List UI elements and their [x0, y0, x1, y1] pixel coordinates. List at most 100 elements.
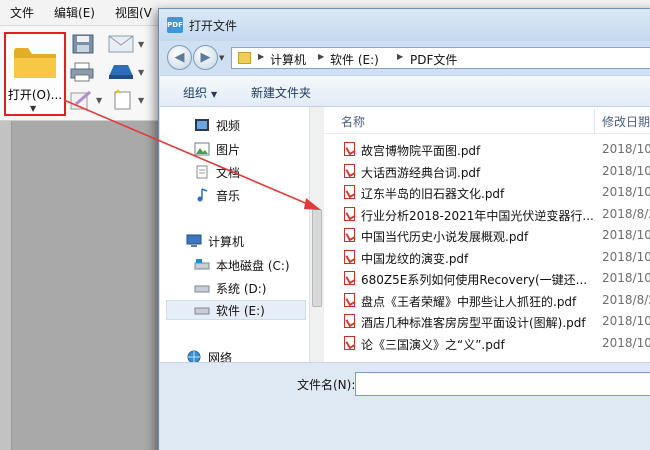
file-row[interactable]: 辽东半岛的旧石器文化.pdf 2018/10 — [342, 182, 650, 202]
file-name: 故宫博物院平面图.pdf — [361, 144, 481, 158]
nav-item-label: 网络 — [208, 350, 233, 363]
file-row[interactable]: 故宫博物院平面图.pdf 2018/10 — [342, 139, 650, 159]
breadcrumb-pdf-folder[interactable]: PDF文件 — [410, 51, 457, 68]
print-icon[interactable] — [70, 62, 94, 85]
file-row[interactable]: 大话西游经典台词.pdf 2018/10 — [342, 161, 650, 181]
drive-icon — [194, 259, 210, 270]
column-divider[interactable] — [594, 109, 595, 133]
menu-file[interactable]: 文件 — [0, 4, 44, 21]
menu-view[interactable]: 视图(V — [105, 4, 162, 21]
filename-label: 文件名(N): — [297, 378, 356, 392]
drive-dropdown-icon[interactable]: ▼ — [138, 68, 144, 77]
file-modified-date: 2018/10 — [602, 249, 650, 264]
pdf-file-icon — [344, 314, 355, 328]
folder-icon — [238, 52, 251, 64]
file-modified-date: 2018/8/2 — [602, 206, 650, 221]
nav-item-computer[interactable]: 计算机 — [186, 231, 244, 251]
file-modified-date: 2018/10 — [602, 314, 650, 328]
file-modified-date: 2018/10 — [602, 335, 650, 350]
file-row[interactable]: 盘点《王者荣耀》中那些让人抓狂的.pdf 2018/8/2 — [342, 290, 650, 310]
open-dropdown-icon[interactable]: ▼ — [30, 104, 36, 113]
back-icon[interactable]: ◀ — [167, 45, 192, 70]
file-modified-date: 2018/10 — [602, 271, 650, 285]
pdf-file-icon — [344, 228, 355, 242]
drive-icon — [194, 285, 210, 293]
file-name: 行业分析2018-2021年中国光伏逆变器行... — [361, 208, 594, 223]
file-modified-date: 2018/10 — [602, 142, 650, 156]
dialog-footer: 文件名(N): — [160, 362, 650, 450]
command-bar: 组织 ▼ 新建文件夹 — [160, 75, 650, 107]
nav-item-label: 图片 — [216, 142, 241, 157]
chevron-down-icon: ▼ — [211, 90, 218, 99]
file-row[interactable]: 行业分析2018-2021年中国光伏逆变器行... 2018/8/2 — [342, 204, 650, 224]
computer-icon — [186, 234, 202, 247]
open-button-label: 打开(O)... — [7, 88, 63, 102]
pdf-file-icon — [344, 142, 355, 156]
forward-icon[interactable]: ▶ — [193, 45, 218, 70]
file-name: 辽东半岛的旧石器文化.pdf — [361, 187, 505, 201]
nav-item-label: 软件 (E:) — [216, 303, 265, 318]
address-bar: ◀ ▶ ▼ ▶ 计算机 ▶ 软件 (E:) ▶ PDF文件 — [159, 41, 650, 75]
nav-scrollbar[interactable] — [310, 107, 324, 362]
music-icon — [197, 188, 208, 202]
open-file-dialog: PDF 打开文件 ◀ ▶ ▼ ▶ 计算机 ▶ 软件 (E:) ▶ PDF文件 组… — [158, 8, 650, 450]
pdf-file-icon — [344, 206, 355, 221]
nav-item-documents[interactable]: 文档 — [194, 162, 240, 182]
nav-item-label: 本地磁盘 (C:) — [216, 258, 290, 273]
app-logo-icon: PDF — [167, 17, 183, 33]
new-dropdown-icon[interactable]: ▼ — [138, 96, 144, 105]
mail-dropdown-icon[interactable]: ▼ — [138, 40, 144, 49]
pdf-file-icon — [344, 292, 355, 307]
breadcrumb-drive-e[interactable]: 软件 (E:) — [330, 51, 379, 68]
nav-item-drive-e[interactable]: 软件 (E:) — [166, 300, 306, 320]
filename-input[interactable] — [355, 372, 650, 396]
file-list: 名称 修改日期 故宫博物院平面图.pdf 2018/10 大话西游经典台词.pdf 2… — [324, 107, 650, 362]
dialog-titlebar[interactable]: PDF 打开文件 — [159, 9, 650, 41]
pdf-file-icon — [344, 185, 355, 199]
nav-item-music[interactable]: 音乐 — [194, 185, 240, 205]
nav-item-label: 视频 — [216, 118, 241, 133]
file-name: 论《三国演义》之“义”.pdf — [361, 337, 505, 352]
nav-item-label: 计算机 — [208, 234, 245, 249]
breadcrumb-computer[interactable]: 计算机 — [270, 51, 306, 68]
video-icon — [195, 119, 209, 131]
mail-icon[interactable] — [108, 35, 134, 56]
folder-icon — [12, 42, 58, 85]
cloud-drive-icon[interactable] — [108, 64, 134, 83]
file-row[interactable]: 中国当代历史小说发展概观.pdf 2018/10 — [342, 225, 650, 245]
file-row[interactable]: 680Z5E系列如何使用Recovery(一键还... 2018/10 — [342, 268, 650, 288]
nav-item-drive-c[interactable]: 本地磁盘 (C:) — [194, 255, 290, 275]
edit-dropdown-icon[interactable]: ▼ — [96, 96, 102, 105]
nav-item-drive-d[interactable]: 系统 (D:) — [194, 278, 266, 298]
file-row[interactable]: 中国龙纹的演变.pdf 2018/10 — [342, 247, 650, 267]
pdf-file-icon — [344, 335, 355, 350]
nav-item-pictures[interactable]: 图片 — [194, 139, 240, 159]
new-folder-button[interactable]: 新建文件夹 — [251, 84, 311, 101]
pdf-file-icon — [344, 249, 355, 264]
new-document-icon[interactable] — [110, 88, 132, 113]
file-name: 中国当代历史小说发展概观.pdf — [361, 230, 529, 244]
file-row[interactable]: 论《三国演义》之“义”.pdf 2018/10 — [342, 333, 650, 353]
nav-item-network[interactable]: 网络 — [186, 347, 232, 362]
file-name: 大话西游经典台词.pdf — [361, 165, 481, 180]
menu-edit[interactable]: 编辑(E) — [44, 4, 105, 21]
file-row[interactable]: 酒店几种标准客房房型平面设计(图解).pdf 2018/10 — [342, 311, 650, 331]
history-dropdown-icon[interactable]: ▼ — [219, 54, 224, 62]
edit-icon[interactable] — [70, 90, 92, 113]
nav-item-label: 音乐 — [216, 188, 241, 203]
organize-button[interactable]: 组织 ▼ — [183, 84, 217, 101]
breadcrumb[interactable]: ▶ 计算机 ▶ 软件 (E:) ▶ PDF文件 — [231, 47, 650, 69]
save-icon[interactable] — [72, 34, 94, 57]
open-button[interactable]: 打开(O)... ▼ — [4, 32, 66, 116]
scrollbar-thumb[interactable] — [312, 209, 322, 307]
document-area — [0, 121, 158, 450]
nav-item-label: 文档 — [216, 165, 241, 180]
document-icon — [196, 165, 208, 179]
picture-icon — [194, 142, 210, 156]
column-header-name[interactable]: 名称 — [341, 113, 365, 130]
nav-item-videos[interactable]: 视频 — [194, 115, 240, 135]
column-header-modified[interactable]: 修改日期 — [602, 113, 650, 130]
organize-label: 组织 — [183, 86, 208, 100]
pdf-file-icon — [344, 271, 355, 285]
side-strip — [0, 121, 12, 450]
